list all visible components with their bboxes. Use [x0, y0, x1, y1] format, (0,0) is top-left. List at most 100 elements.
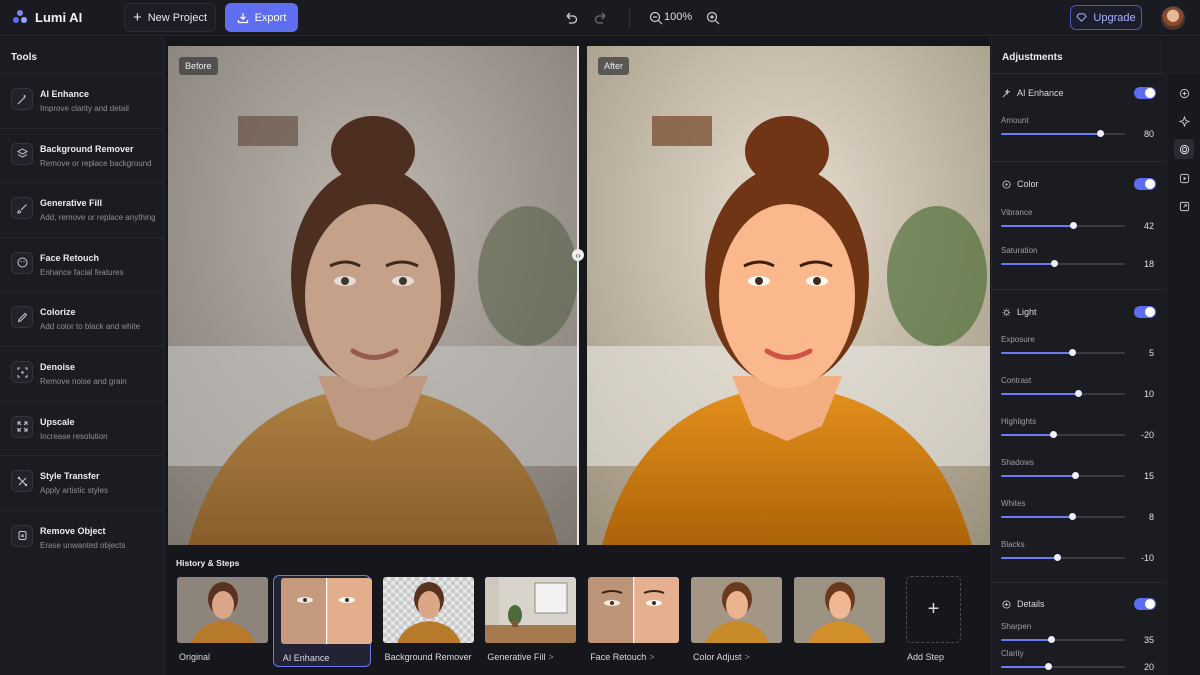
history-step[interactable]: Color Adjust > [684, 575, 782, 667]
tool-item[interactable]: AI Enhance Improve clarity and detail [0, 73, 164, 127]
slider-handle[interactable] [1053, 554, 1061, 561]
slider-track[interactable] [1001, 472, 1125, 479]
history-step[interactable]: AI Enhance [272, 575, 372, 667]
slider-handle[interactable] [1072, 472, 1080, 479]
slider-track[interactable] [1001, 130, 1125, 137]
slider-handle[interactable] [1051, 260, 1059, 267]
history-step[interactable]: Face Retouch > [581, 575, 680, 667]
slider-track[interactable] [1001, 349, 1125, 356]
zoom-out-icon[interactable] [648, 10, 664, 26]
section-color: Color [1002, 179, 1039, 189]
slider-handle[interactable] [1068, 349, 1076, 356]
avatar[interactable] [1161, 6, 1185, 30]
brand[interactable]: Lumi AI [12, 9, 82, 25]
step-thumbnail [691, 577, 782, 643]
adjustments-rail-icon[interactable] [1174, 139, 1194, 159]
clarity-slider[interactable]: Clarity 20 [1001, 649, 1154, 675]
section-title: Color [1017, 179, 1039, 189]
contrast-slider[interactable]: Contrast 10 [1001, 376, 1154, 402]
slider-handle[interactable] [1047, 636, 1055, 643]
history-step[interactable]: Original [170, 575, 268, 667]
slider-fill [1001, 225, 1073, 227]
slider-handle[interactable] [1045, 663, 1053, 670]
after-label: After [598, 57, 630, 75]
slider-handle[interactable] [1097, 130, 1105, 137]
export-button[interactable]: Export [225, 3, 298, 32]
slider-track[interactable] [1001, 222, 1125, 229]
details-toggle[interactable] [1134, 598, 1156, 610]
shadows-slider[interactable]: Shadows 15 [1001, 458, 1154, 484]
tool-item[interactable]: Generative Fill Add, remove or replace an… [0, 182, 164, 236]
slider-handle[interactable] [1074, 390, 1082, 397]
tool-item[interactable]: Remove Object Erase unwanted objects [0, 509, 164, 564]
tool-item[interactable]: Denoise Remove noise and grain [0, 346, 164, 400]
tool-item[interactable]: Style Transfer Apply artistic styles [0, 455, 164, 509]
history-step[interactable] [787, 575, 885, 667]
add-layer-icon[interactable] [1174, 83, 1194, 103]
tool-title: Face Retouch [40, 252, 100, 263]
vibrance-slider[interactable]: Vibrance 42 [1001, 208, 1154, 234]
magic-wand-icon [1002, 88, 1011, 97]
slider-value: 35 [1143, 635, 1154, 645]
amount-slider[interactable]: Amount 80 [1001, 116, 1154, 142]
saturation-slider[interactable]: Saturation 18 [1001, 246, 1154, 272]
new-project-button[interactable]: + New Project [124, 3, 216, 32]
slider-track[interactable] [1001, 390, 1125, 397]
denoise-icon [11, 361, 33, 383]
before-image [168, 46, 578, 545]
blacks-slider[interactable]: Blacks -10 [1001, 540, 1154, 566]
step-thumbnail [280, 578, 372, 644]
right-rail [1166, 74, 1200, 675]
zoom-in-icon[interactable] [705, 10, 721, 26]
history-step[interactable]: Background Remover [376, 575, 474, 667]
plus-icon: + [927, 598, 940, 620]
redo-icon[interactable] [593, 10, 609, 26]
tool-subtitle: Increase resolution [40, 431, 108, 441]
tool-item[interactable]: Face Retouch Enhance facial features [0, 236, 164, 291]
tool-item[interactable]: Upscale Increase resolution [0, 400, 164, 455]
slider-value: 5 [1148, 348, 1154, 358]
step-label [796, 652, 799, 662]
slider-handle[interactable] [1050, 431, 1058, 438]
slider-label: Saturation [1001, 246, 1038, 255]
ai-enhance-toggle[interactable] [1134, 87, 1156, 99]
tool-item[interactable]: Colorize Add color to black and white [0, 291, 164, 345]
plus-icon: + [132, 9, 142, 26]
compare-handle[interactable]: ‹› [572, 249, 584, 261]
section-title: Details [1017, 599, 1045, 609]
slider-track[interactable] [1001, 260, 1125, 267]
slider-track[interactable] [1001, 513, 1125, 520]
slider-handle[interactable] [1069, 222, 1077, 229]
pen-icon [11, 306, 33, 329]
add-step-button[interactable]: + [906, 576, 961, 643]
image-canvas[interactable]: ‹› Before After [168, 46, 990, 545]
sparkle-icon[interactable] [1174, 111, 1194, 131]
step-label: Original [179, 652, 213, 662]
step-label-text: AI Enhance [282, 653, 330, 663]
export-image-icon[interactable] [1174, 196, 1194, 216]
step-label: Background Remover [385, 652, 475, 662]
video-icon[interactable] [1174, 168, 1194, 188]
upgrade-button[interactable]: Upgrade [1070, 5, 1142, 30]
exposure-slider[interactable]: Exposure 5 [1001, 335, 1154, 361]
compare-divider[interactable] [577, 46, 579, 545]
before-label: Before [179, 57, 218, 75]
tool-item[interactable]: Background Remover Remove or replace back… [0, 127, 164, 182]
sharpen-slider[interactable]: Sharpen 35 [1001, 622, 1154, 648]
slider-handle[interactable] [1068, 513, 1076, 520]
color-toggle[interactable] [1134, 178, 1156, 190]
light-toggle[interactable] [1134, 306, 1156, 318]
slider-track[interactable] [1001, 663, 1125, 670]
history-step[interactable]: Generative Fill > [478, 575, 577, 667]
whites-slider[interactable]: Whites 8 [1001, 499, 1154, 525]
chevron-right-icon: > [649, 652, 655, 662]
undo-icon[interactable] [563, 10, 579, 26]
slider-label: Shadows [1001, 458, 1034, 467]
slider-track[interactable] [1001, 554, 1125, 561]
slider-track[interactable] [1001, 636, 1125, 643]
step-thumbnail [485, 577, 577, 643]
slider-track[interactable] [1001, 431, 1125, 438]
highlights-slider[interactable]: Highlights -20 [1001, 417, 1154, 443]
step-label-text: Generative Fill [487, 652, 546, 662]
zoom-level: 100% [664, 11, 693, 23]
